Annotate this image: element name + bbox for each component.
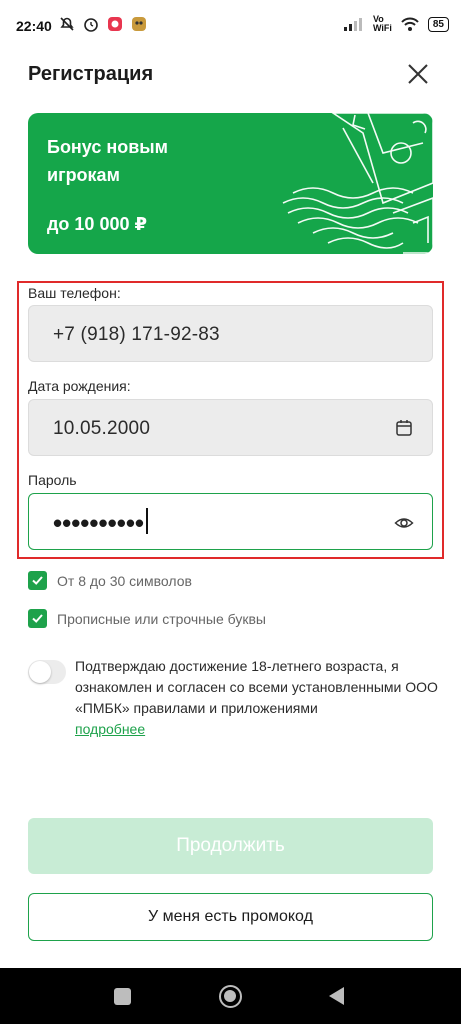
birthdate-value: 10.05.2000 [53, 418, 151, 439]
consent-text-block: Подтверждаю достижение 18-летнего возрас… [75, 656, 445, 740]
rule-length-text: От 8 до 30 символов [57, 572, 192, 589]
details-link[interactable]: подробнее [75, 721, 145, 737]
password-dots: •••••••••• [53, 508, 145, 538]
page-title: Регистрация [28, 63, 154, 85]
calendar-icon[interactable] [394, 418, 414, 438]
football-field-illustration [282, 113, 433, 254]
password-label: Пароль [28, 472, 77, 488]
text-caret [146, 508, 149, 535]
phone-field[interactable]: +7 (918) 171-92-83 [28, 305, 433, 362]
app-notification-icon [108, 17, 122, 31]
header: Регистрация [0, 44, 461, 104]
status-time: 22:40 [16, 18, 52, 34]
phone-label: Ваш телефон: [28, 285, 121, 301]
status-right-icons: Vo WiFi 85 [343, 15, 449, 33]
birthdate-field[interactable]: 10.05.2000 [28, 399, 433, 456]
eye-icon[interactable] [394, 513, 414, 533]
wifi-icon [401, 17, 419, 31]
vowifi-indicator: Vo WiFi [373, 15, 392, 33]
signal-icon [343, 18, 362, 31]
banner-title: Бонус новым игрокам [47, 137, 168, 185]
recent-apps-icon[interactable] [114, 988, 131, 1005]
close-icon[interactable] [404, 60, 432, 88]
consent-text: Подтверждаю достижение 18-летнего возрас… [75, 658, 438, 716]
rule-length: От 8 до 30 символов [28, 571, 192, 590]
muted-alarm-icon [60, 17, 74, 31]
password-value: •••••••••• [53, 508, 149, 539]
rule-case: Прописные или строчные буквы [28, 609, 266, 628]
status-bar: 22:40 Vo WiFi 85 [0, 0, 461, 44]
status-left-icons [58, 15, 148, 33]
bonus-banner[interactable]: Бонус новым игрокам до 10 000 ₽ [28, 113, 433, 254]
continue-button[interactable]: Продолжить [28, 818, 433, 874]
home-icon[interactable] [219, 985, 242, 1008]
consent-toggle[interactable] [28, 660, 66, 684]
app-notification-icon-2 [132, 17, 146, 31]
password-field[interactable]: •••••••••• [28, 493, 433, 550]
toggle-knob [29, 661, 51, 683]
navigation-bar [0, 968, 461, 1024]
promo-code-button[interactable]: У меня есть промокод [28, 893, 433, 941]
back-icon[interactable] [329, 987, 344, 1005]
alarm-clock-icon [84, 18, 98, 32]
birthdate-label: Дата рождения: [28, 378, 131, 394]
vowifi-bottom-label: WiFi [372, 23, 392, 33]
rule-case-text: Прописные или строчные буквы [57, 610, 266, 627]
banner-amount: до 10 000 ₽ [47, 214, 148, 234]
battery-icon: 85 [427, 16, 449, 32]
check-icon[interactable] [28, 609, 47, 628]
phone-value: +7 (918) 171-92-83 [53, 324, 220, 345]
check-icon[interactable] [28, 571, 47, 590]
